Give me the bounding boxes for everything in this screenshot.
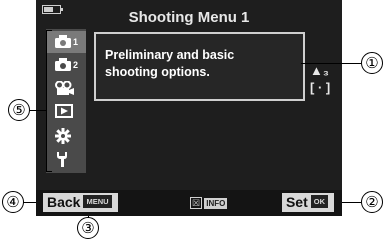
menu-description-panel: Preliminary and basic shooting options.: [94, 32, 305, 101]
camera-icon: [55, 58, 71, 71]
set-label: Set: [285, 194, 308, 210]
set-button[interactable]: Set OK: [281, 193, 334, 212]
tab-video-menu[interactable]: [46, 77, 86, 99]
back-button[interactable]: Back MENU: [43, 193, 118, 212]
camera-icon: [55, 35, 71, 48]
callout-bracket-5-bottom: [46, 171, 52, 173]
callout-3: ③: [77, 217, 99, 239]
menu-button-icon: MENU: [83, 195, 112, 209]
callout-line-2: [342, 202, 361, 204]
callout-1: ①: [361, 52, 383, 74]
menu-item-icon: [ · ]: [310, 80, 331, 95]
callout-bracket-5: [46, 30, 48, 172]
info-display-icon: ☒: [190, 197, 202, 209]
tab-number: 1: [73, 37, 79, 47]
info-guide: ☒ INFO: [190, 197, 228, 209]
button-guide-bar: Back MENU ☒ INFO Set OK: [36, 190, 342, 216]
tab-custom-menu[interactable]: [46, 124, 86, 146]
gear-icon: [55, 128, 71, 144]
callout-5: ⑤: [8, 99, 30, 121]
back-label: Back: [47, 194, 81, 210]
menu-item-icon: ▲₃: [310, 63, 329, 78]
callout-line-4: [23, 202, 36, 204]
wrench-icon: [57, 152, 67, 167]
callout-line-1: [301, 63, 361, 65]
callout-bracket-5-top: [46, 30, 52, 32]
callout-4: ④: [2, 191, 24, 213]
tab-number: 2: [73, 60, 79, 70]
callout-line-5: [30, 110, 46, 112]
tab-shooting-menu-1[interactable]: 1: [46, 31, 86, 53]
ok-button-icon: OK: [310, 195, 328, 209]
playback-icon: [55, 104, 73, 118]
menu-description: Preliminary and basic shooting options.: [105, 48, 235, 79]
callout-2: ②: [361, 191, 383, 213]
tab-shooting-menu-2[interactable]: 2: [46, 54, 86, 76]
tab-playback-menu[interactable]: [46, 100, 86, 122]
camera-screen: Shooting Menu 1 1 2 Preliminary and basi…: [36, 0, 342, 216]
info-button-icon: INFO: [204, 197, 228, 209]
tab-setup-menu[interactable]: [46, 147, 86, 169]
partial-menu-items: ▲₃ [ · ]: [310, 62, 330, 96]
menu-title: Shooting Menu 1: [128, 9, 250, 26]
menu-tab-sidebar: 1 2: [46, 29, 86, 173]
video-icon: [55, 81, 74, 95]
